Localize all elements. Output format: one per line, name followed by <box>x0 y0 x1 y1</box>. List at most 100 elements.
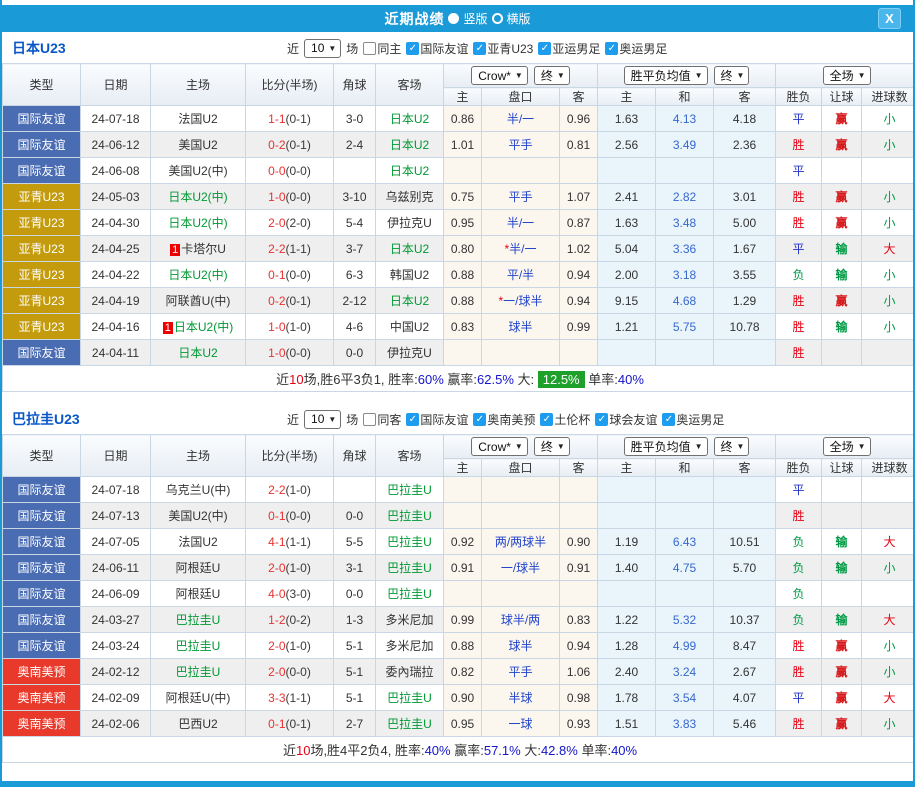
fulltime-score: 1-1 <box>268 112 285 126</box>
odds-company-select[interactable]: Crow*▼ <box>471 437 528 456</box>
europe-away-odds <box>714 477 776 503</box>
home-team-name: 法国U2 <box>178 535 217 549</box>
match-date: 24-07-13 <box>81 503 151 529</box>
result-over-under <box>862 477 915 503</box>
score-cell: 2-0(1-0) <box>246 633 334 659</box>
europe-away-odds: 2.36 <box>714 132 776 158</box>
odds-company-select[interactable]: Crow*▼ <box>471 66 528 85</box>
column-header: 类型 <box>3 64 81 106</box>
europe-draw-odds: 4.13 <box>656 106 714 132</box>
horizontal-layout-radio[interactable] <box>492 13 503 24</box>
result-over-under <box>862 340 915 366</box>
vertical-layout-radio[interactable] <box>448 13 459 24</box>
score-cell: 2-0(1-0) <box>246 555 334 581</box>
score-cell: 0-1(0-0) <box>246 503 334 529</box>
home-team-name: 美国U2(中) <box>168 509 227 523</box>
final-odds-select[interactable]: 终▼ <box>714 437 750 456</box>
handicap-away-odds <box>560 158 598 184</box>
match-row: 国际友谊24-07-13美国U2(中)0-1(0-0)0-0巴拉圭U胜 <box>3 503 915 529</box>
fulltime-score: 0-1 <box>268 268 285 282</box>
europe-draw-odds: 3.18 <box>656 262 714 288</box>
europe-home-odds: 1.51 <box>598 711 656 737</box>
same-venue-checkbox[interactable]: 同主 <box>363 40 401 57</box>
match-date: 24-04-22 <box>81 262 151 288</box>
league-checkbox[interactable]: ✓奥运男足 <box>605 40 667 57</box>
league-checkbox[interactable]: ✓土伦杯 <box>540 411 590 428</box>
handicap-home-odds: 0.75 <box>444 184 482 210</box>
summary-text: 近10场,胜4平2负4, 胜率:40% 赢率:57.1% 大:42.8% 单率:… <box>3 737 915 763</box>
result-over-under: 小 <box>862 106 915 132</box>
league-checkbox[interactable]: ✓奥南美预 <box>473 411 535 428</box>
vertical-layout-label[interactable]: 竖版 <box>463 10 487 27</box>
scope-select[interactable]: 全场▼ <box>823 437 871 456</box>
corner-score: 5-5 <box>334 529 376 555</box>
sub-column-header: 胜负 <box>776 459 822 477</box>
away-team-name: 巴拉圭U <box>387 561 432 575</box>
match-count-select[interactable]: 10▼ <box>304 39 341 58</box>
result-handicap: 赢 <box>822 633 862 659</box>
checkbox-icon: ✓ <box>473 413 486 426</box>
away-team-name: 伊拉克U <box>387 216 432 230</box>
final-odds-select[interactable]: 终▼ <box>714 66 750 85</box>
column-header: 客场 <box>376 64 444 106</box>
match-row: 国际友谊24-06-08美国U2(中)0-0(0-0)日本U2平 <box>3 158 915 184</box>
same-venue-checkbox[interactable]: 同客 <box>363 411 401 428</box>
away-team: 日本U2 <box>376 236 444 262</box>
score-cell: 2-2(1-0) <box>246 477 334 503</box>
away-team: 日本U2 <box>376 106 444 132</box>
result-win-draw-loss: 平 <box>776 477 822 503</box>
match-count-select[interactable]: 10▼ <box>304 410 341 429</box>
halftime-score: (0-1) <box>286 717 311 731</box>
away-team-name: 多米尼加 <box>385 639 433 653</box>
handicap-home-odds: 0.86 <box>444 106 482 132</box>
match-type-badge: 国际友谊 <box>3 607 81 633</box>
league-checkbox[interactable]: ✓亚运男足 <box>538 40 600 57</box>
fulltime-score: 0-2 <box>268 294 285 308</box>
final-odds-select[interactable]: 终▼ <box>534 66 570 85</box>
league-checkbox[interactable]: ✓球会友谊 <box>595 411 657 428</box>
horizontal-layout-label[interactable]: 横版 <box>507 10 531 27</box>
league-checkbox[interactable]: ✓亚青U23 <box>473 40 533 57</box>
score-cell: 0-2(0-1) <box>246 288 334 314</box>
league-checkbox[interactable]: ✓国际友谊 <box>406 40 468 57</box>
league-checkbox[interactable]: ✓国际友谊 <box>406 411 468 428</box>
away-team: 日本U2 <box>376 288 444 314</box>
result-handicap <box>822 581 862 607</box>
europe-odds-select[interactable]: 胜平负均值▼ <box>624 66 708 85</box>
chevron-down-icon: ▼ <box>858 442 866 451</box>
games-label: 场 <box>346 40 358 57</box>
fulltime-score: 2-0 <box>268 561 285 575</box>
result-win-draw-loss: 胜 <box>776 210 822 236</box>
europe-away-odds: 10.51 <box>714 529 776 555</box>
result-handicap <box>822 477 862 503</box>
final-odds-select[interactable]: 终▼ <box>534 437 570 456</box>
home-team-name: 巴拉圭U <box>176 639 221 653</box>
europe-home-odds <box>598 158 656 184</box>
result-win-draw-loss: 负 <box>776 555 822 581</box>
fulltime-score: 0-2 <box>268 138 285 152</box>
league-checkbox[interactable]: ✓奥运男足 <box>662 411 724 428</box>
corner-score: 5-4 <box>334 210 376 236</box>
summary-row: 近10场,胜4平2负4, 胜率:40% 赢率:57.1% 大:42.8% 单率:… <box>3 737 915 763</box>
sub-column-header: 客 <box>560 459 598 477</box>
result-handicap: 赢 <box>822 711 862 737</box>
close-icon[interactable]: X <box>878 8 901 29</box>
home-team: 美国U2(中) <box>151 503 246 529</box>
home-team-name: 日本U2(中) <box>174 320 233 334</box>
away-team: 多米尼加 <box>376 607 444 633</box>
europe-draw-odds: 6.43 <box>656 529 714 555</box>
match-type-badge: 亚青U23 <box>3 236 81 262</box>
handicap-line: *半/一 <box>482 236 560 262</box>
halftime-score: (0-0) <box>286 665 311 679</box>
checkbox-icon: ✓ <box>595 413 608 426</box>
match-date: 24-07-05 <box>81 529 151 555</box>
handicap-away-odds: 0.81 <box>560 132 598 158</box>
europe-odds-select[interactable]: 胜平负均值▼ <box>624 437 708 456</box>
result-win-draw-loss: 平 <box>776 158 822 184</box>
scope-select[interactable]: 全场▼ <box>823 66 871 85</box>
match-type-badge: 亚青U23 <box>3 184 81 210</box>
checkbox-icon: ✓ <box>406 42 419 55</box>
home-team-name: 法国U2 <box>178 112 217 126</box>
result-handicap: 输 <box>822 314 862 340</box>
score-cell: 3-3(1-1) <box>246 685 334 711</box>
